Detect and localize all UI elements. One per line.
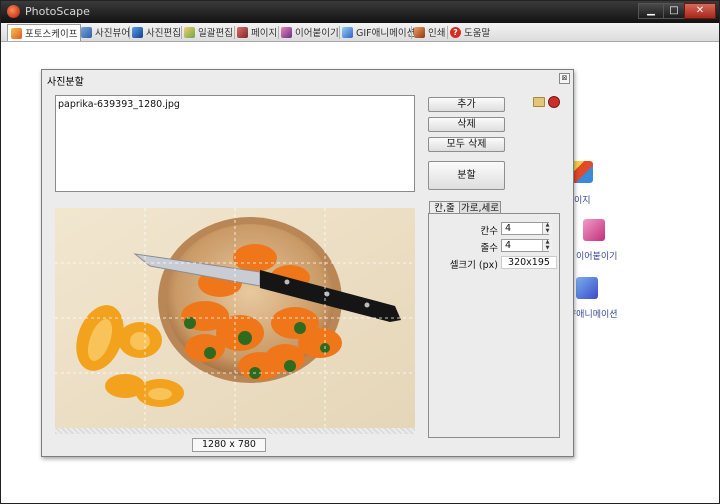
tab-photoscape[interactable]: 포토스케이프 — [7, 24, 82, 41]
tab-label: 일괄편집 — [198, 28, 233, 39]
tab-separator — [181, 26, 182, 39]
title-bar[interactable]: PhotoScape ▁ □ ✕ — [1, 1, 719, 23]
paprika-photo — [55, 208, 415, 428]
page-tool-label[interactable]: 이지 — [574, 193, 591, 206]
tab-separator — [129, 26, 130, 39]
gif-tool-icon[interactable] — [576, 277, 598, 299]
tab-label: 도움말 — [464, 28, 491, 39]
batch-icon — [184, 26, 195, 38]
tab-print[interactable]: 인쇄 — [414, 24, 445, 40]
image-dimensions: 1280 x 780 — [192, 438, 266, 452]
tab-separator — [278, 26, 279, 39]
tab-separator — [447, 26, 448, 39]
tab-separator — [339, 26, 340, 39]
tab-label: 사진편집 — [146, 28, 181, 39]
folder-icon[interactable] — [533, 97, 545, 107]
viewer-icon — [81, 26, 92, 38]
dialog-close-button[interactable]: ⊠ — [559, 73, 570, 84]
photo-bottom-stripe — [55, 428, 415, 434]
rows-stepper[interactable]: ▲ ▼ — [542, 239, 552, 251]
tab-label: 포토스케이프 — [25, 29, 78, 40]
tab-label: 페이지 — [251, 28, 278, 39]
tab-label: GIF애니메이션 — [356, 28, 416, 39]
window-title: PhotoScape — [25, 5, 90, 18]
minimize-button[interactable]: ▁ — [638, 3, 664, 19]
delete-all-button[interactable]: 모두 삭제 — [428, 137, 505, 152]
tab-separator — [234, 26, 235, 39]
rows-label: 줄수 — [480, 243, 498, 254]
combine-tool-icon[interactable] — [583, 219, 605, 241]
columns-label: 칸수 — [480, 226, 498, 237]
tab-label: 사진뷰어 — [95, 28, 130, 39]
tab-help[interactable]: ? 도움말 — [450, 24, 490, 40]
delete-button[interactable]: 삭제 — [428, 117, 505, 132]
editor-icon — [132, 26, 143, 38]
app-logo-icon — [7, 5, 20, 18]
tab-gif-animation[interactable]: GIF애니메이션 — [342, 24, 415, 40]
settings-icon[interactable] — [548, 96, 560, 108]
rows-value: 4 — [505, 240, 512, 251]
tab-label: 인쇄 — [428, 28, 446, 39]
columns-stepper[interactable]: ▲ ▼ — [542, 222, 552, 234]
columns-value: 4 — [505, 223, 512, 234]
gif-icon — [342, 26, 353, 38]
file-list-item[interactable]: paprika-639393_1280.jpg — [58, 99, 180, 110]
cell-size-value: 320x195 — [501, 256, 557, 269]
main-tab-bar: 포토스케이프 사진뷰어 사진편집 일괄편집 페이지 이어붙이기 GIF애니메이션… — [1, 23, 719, 42]
page-icon — [237, 26, 248, 38]
combine-tool-label[interactable]: 이어붙이기 — [576, 249, 617, 262]
photo-preview — [55, 208, 415, 428]
help-icon: ? — [450, 26, 461, 38]
main-window: PhotoScape ▁ □ ✕ 포토스케이프 사진뷰어 사진편집 일괄편집 페… — [0, 0, 720, 504]
tab-page[interactable]: 페이지 — [237, 24, 277, 40]
tab-separator — [411, 26, 412, 39]
photo-split-dialog: 사진분할 ⊠ paprika-639393_1280.jpg 추가 삭제 모두 … — [41, 69, 574, 457]
print-icon — [414, 26, 425, 38]
gif-tool-label[interactable]: F애니메이션 — [571, 307, 618, 320]
tab-combine[interactable]: 이어붙이기 — [281, 24, 339, 40]
photoscape-icon — [11, 27, 22, 39]
tab-label: 이어붙이기 — [295, 28, 339, 39]
combine-icon — [281, 26, 292, 38]
page-tool-icon[interactable] — [571, 161, 593, 183]
close-button[interactable]: ✕ — [684, 3, 716, 19]
add-button[interactable]: 추가 — [428, 97, 505, 112]
tab-editor[interactable]: 사진편집 — [132, 24, 181, 40]
tab-viewer[interactable]: 사진뷰어 — [81, 24, 130, 40]
cell-size-label: 셀크기 (px) — [449, 260, 498, 271]
tab-batch-editor[interactable]: 일괄편집 — [184, 24, 233, 40]
dialog-title: 사진분할 — [47, 77, 84, 88]
split-button[interactable]: 분할 — [428, 161, 505, 190]
maximize-button[interactable]: □ — [663, 3, 685, 19]
file-list[interactable]: paprika-639393_1280.jpg — [55, 95, 415, 192]
